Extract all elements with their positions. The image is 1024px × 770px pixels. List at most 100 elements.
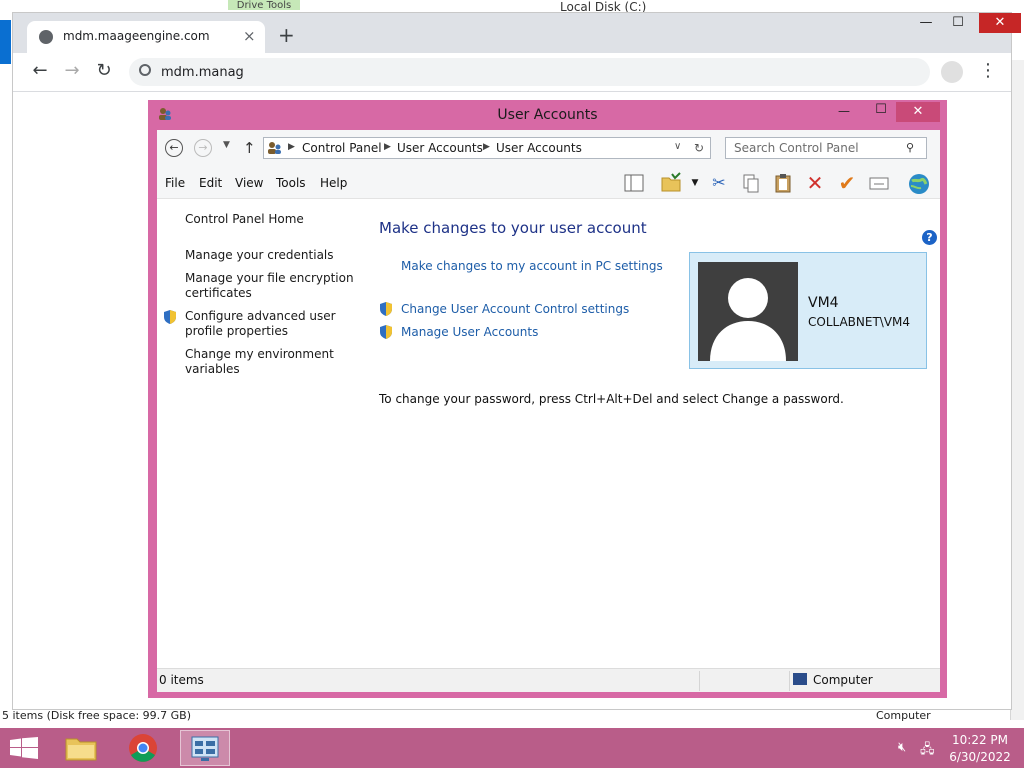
item-count: 0 items [159, 673, 204, 687]
environment-variables-link-line1: Change my environment [185, 347, 334, 361]
menu-tools[interactable]: Tools [276, 176, 306, 190]
shield-icon [380, 325, 392, 339]
search-placeholder: Search Control Panel [734, 141, 859, 155]
user-tile: VM4 COLLABNET\VM4 [689, 252, 927, 369]
menu-bar: File Edit View Tools Help ▼ ✂ ✕ ✔ [157, 168, 940, 199]
shield-icon [164, 310, 176, 324]
window-titlebar[interactable]: User Accounts — ☐ ✕ [148, 100, 947, 130]
chrome-icon [129, 734, 157, 762]
clock-date[interactable]: 6/30/2022 [942, 750, 1018, 764]
copy-icon[interactable] [740, 172, 762, 194]
breadcrumb-user-accounts-current[interactable]: User Accounts [496, 141, 582, 155]
search-icon[interactable]: ⚲ [906, 141, 914, 154]
address-bar[interactable]: mdm.manag [129, 58, 930, 86]
uac-settings-link[interactable]: Change User Account Control settings [401, 302, 629, 316]
back-icon[interactable]: ← [165, 139, 183, 157]
search-icon [139, 64, 151, 76]
properties-icon[interactable] [868, 172, 890, 194]
status-divider [789, 671, 790, 691]
folder-options-icon[interactable] [660, 172, 682, 194]
avatar [698, 262, 798, 361]
chevron-right-icon: ▶ [288, 142, 295, 152]
close-button[interactable]: ✕ [896, 102, 940, 122]
file-encryption-link-line2: certificates [185, 286, 252, 300]
back-arrow-icon[interactable]: ← [29, 61, 51, 81]
drive-tools-tab[interactable]: Drive Tools [228, 0, 300, 10]
password-hint: To change your password, press Ctrl+Alt+… [379, 392, 844, 406]
control-panel-icon [191, 736, 219, 761]
menu-help[interactable]: Help [320, 176, 347, 190]
environment-variables-link-line2: variables [185, 362, 240, 376]
close-icon[interactable]: × [243, 27, 256, 45]
file-encryption-link[interactable]: Manage your file encryption certificates [185, 271, 354, 301]
control-panel-taskbar-button[interactable] [180, 730, 230, 766]
user-name: VM4 [808, 295, 839, 311]
plus-icon[interactable]: + [278, 25, 295, 45]
cut-icon[interactable]: ✂ [708, 172, 730, 194]
navigation-bar: ← → ▼ ↑ ▶ Control Panel ▶ User Accounts … [157, 130, 940, 168]
status-location: Computer [813, 673, 873, 687]
minimize-icon[interactable]: — [909, 13, 943, 33]
tab-title: mdm.maageengine.com [63, 29, 210, 43]
background-scrollbar[interactable] [1010, 60, 1024, 720]
window-title: User Accounts [497, 107, 598, 123]
browser-tab[interactable]: mdm.maageengine.com × [27, 21, 265, 53]
reload-icon[interactable]: ↻ [93, 61, 115, 81]
file-explorer-taskbar-button[interactable] [56, 730, 106, 766]
chevron-down-icon[interactable]: ∨ [674, 141, 681, 152]
breadcrumb-user-accounts[interactable]: User Accounts [397, 141, 483, 155]
up-arrow-icon[interactable]: ↑ [243, 139, 256, 157]
pc-settings-link[interactable]: Make changes to my account in PC setting… [401, 259, 663, 273]
user-domain: COLLABNET\VM4 [808, 315, 911, 329]
layout-pane-icon[interactable] [623, 172, 645, 194]
manage-credentials-link[interactable]: Manage your credentials [185, 248, 334, 263]
control-panel-home-link[interactable]: Control Panel Home [185, 212, 304, 227]
folder-icon [65, 738, 97, 761]
menu-dots-icon[interactable]: ⋮ [979, 61, 997, 81]
maximize-icon[interactable]: ☐ [941, 13, 975, 33]
paste-icon[interactable] [772, 172, 794, 194]
help-icon[interactable]: ? [922, 230, 937, 245]
window-close-button[interactable]: ✕ [979, 13, 1021, 33]
breadcrumb-control-panel[interactable]: Control Panel [302, 141, 382, 155]
breadcrumb[interactable]: ▶ Control Panel ▶ User Accounts ▶ User A… [263, 137, 711, 159]
windows-start-icon[interactable] [10, 737, 38, 759]
browser-toolbar: ← → ↻ mdm.manag ⋮ [13, 53, 1011, 92]
forward-icon[interactable]: → [194, 139, 212, 157]
network-icon[interactable]: 🖧︎ [920, 740, 935, 762]
file-encryption-link-line1: Manage your file encryption [185, 271, 354, 285]
menu-view[interactable]: View [235, 176, 263, 190]
chevron-right-icon: ▶ [384, 142, 391, 152]
tab-strip: mdm.maageengine.com × + — ☐ ✕ [13, 13, 1021, 53]
globe-icon [39, 30, 53, 44]
environment-variables-link[interactable]: Change my environment variables [185, 347, 334, 377]
recent-locations-icon[interactable]: ▼ [223, 140, 230, 150]
refresh-icon[interactable]: ↻ [694, 141, 704, 155]
volume-muted-icon[interactable]: 🔇︎ [898, 740, 906, 755]
shield-icon [380, 302, 392, 316]
maximize-icon[interactable]: ☐ [870, 102, 892, 117]
chrome-taskbar-button[interactable] [118, 730, 168, 766]
clock-time[interactable]: 10:22 PM [942, 733, 1018, 747]
menu-edit[interactable]: Edit [199, 176, 222, 190]
advanced-profile-link-line2: profile properties [185, 324, 288, 338]
status-bar: 0 items Computer [157, 668, 940, 692]
globe-icon[interactable] [907, 172, 929, 194]
manage-user-accounts-link[interactable]: Manage User Accounts [401, 325, 538, 339]
background-ribbon-edge [0, 20, 11, 64]
delete-icon[interactable]: ✕ [804, 172, 826, 194]
profile-icon[interactable] [941, 61, 963, 83]
address-input[interactable]: mdm.manag [161, 65, 244, 80]
taskbar: 🔇︎ 🖧︎ 10:22 PM 6/30/2022 [0, 728, 1024, 768]
checkmark-icon[interactable]: ✔ [836, 172, 858, 194]
minimize-icon[interactable]: — [833, 104, 855, 118]
window-content: ← → ▼ ↑ ▶ Control Panel ▶ User Accounts … [157, 130, 940, 692]
advanced-profile-link-line1: Configure advanced user [185, 309, 336, 323]
forward-arrow-icon[interactable]: → [61, 61, 83, 81]
dropdown-arrow-icon[interactable]: ▼ [684, 172, 706, 194]
search-field[interactable]: Search Control Panel ⚲ [725, 137, 927, 159]
computer-icon [793, 673, 807, 685]
menu-file[interactable]: File [165, 176, 185, 190]
advanced-profile-link[interactable]: Configure advanced user profile properti… [185, 309, 336, 339]
user-accounts-window: User Accounts — ☐ ✕ ← → ▼ ↑ ▶ Control Pa… [148, 100, 947, 698]
